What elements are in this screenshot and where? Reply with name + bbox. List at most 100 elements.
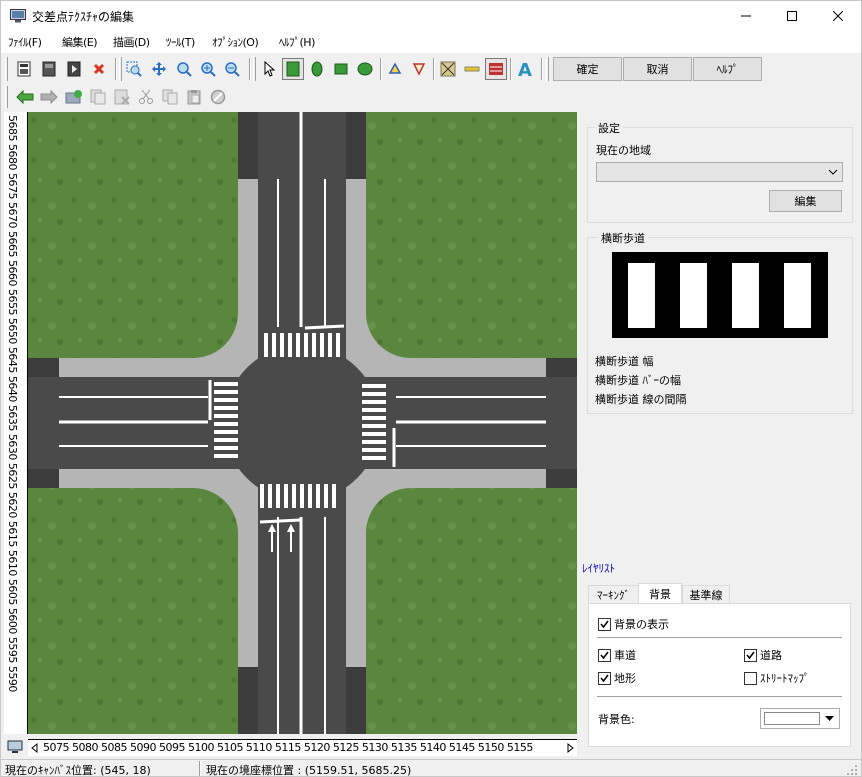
roadway-label: 車道 xyxy=(614,649,636,662)
cancel-button[interactable]: 取消 xyxy=(623,57,692,81)
region-dropdown[interactable] xyxy=(596,162,843,182)
toolbar-grip xyxy=(5,57,8,81)
select-pointer-button[interactable] xyxy=(258,58,280,80)
vertical-ruler: 5685 5680 5675 5670 5665 5660 5655 5650 … xyxy=(4,112,28,734)
streetmap-checkbox[interactable]: ｽﾄﾘｰﾄﾏｯﾌﾟ xyxy=(744,670,810,686)
draw-ellipse-button[interactable] xyxy=(306,58,328,80)
confirm-button[interactable]: 確定 xyxy=(553,57,622,81)
checkbox-box xyxy=(598,671,611,685)
toolbar-grip xyxy=(546,57,549,81)
crosswalk-tool-button[interactable] xyxy=(437,58,459,80)
app-icon xyxy=(10,9,26,23)
rectangle-green-icon xyxy=(286,61,300,77)
delete-layer-button[interactable] xyxy=(111,86,133,108)
tab-background[interactable]: 背景 xyxy=(638,583,682,604)
save-icon xyxy=(67,61,81,77)
zoom-out-button[interactable] xyxy=(221,58,243,80)
checkbox-box xyxy=(598,617,611,631)
zoom-in-icon xyxy=(201,62,216,77)
copy-layer-icon xyxy=(90,89,106,105)
menu-bar: ﾌｧｲﾙ(F) 編集(E) 描画(D) ﾂｰﾙ(T) ｵﾌﾟｼｮﾝ(O) ﾍﾙﾌ… xyxy=(1,31,861,53)
disable-button[interactable] xyxy=(207,86,229,108)
rotate-shape-button[interactable] xyxy=(384,58,406,80)
menu-help[interactable]: ﾍﾙﾌﾟ(H) xyxy=(279,34,315,50)
region-edit-button[interactable]: 編集 xyxy=(769,190,842,212)
draw-rect-button[interactable] xyxy=(282,58,304,80)
line-tool-button[interactable] xyxy=(461,58,483,80)
circle-green-icon xyxy=(357,62,373,76)
checkmark-icon xyxy=(600,674,609,682)
menu-tools[interactable]: ﾂｰﾙ(T) xyxy=(166,34,195,50)
undo-button[interactable] xyxy=(14,86,36,108)
bg-color-swatch xyxy=(764,712,820,725)
edit-toolbar xyxy=(1,83,861,111)
terrain-checkbox[interactable]: 地形 xyxy=(598,670,636,686)
horizontal-ruler-labels: 5075 5080 5085 5090 5095 5100 5105 5110 … xyxy=(43,741,533,754)
zoom-fit-button[interactable] xyxy=(173,58,195,80)
draw-square-button[interactable] xyxy=(330,58,352,80)
undo-arrow-icon xyxy=(16,90,34,104)
close-button[interactable] xyxy=(815,1,861,31)
maximize-button[interactable] xyxy=(769,1,815,31)
copy-button[interactable] xyxy=(159,86,181,108)
window-title: 交差点ﾃｸｽﾁｬの編集 xyxy=(32,10,135,24)
zoom-region-button[interactable] xyxy=(123,58,145,80)
menu-file[interactable]: ﾌｧｲﾙ(F) xyxy=(8,34,42,50)
checkmark-icon xyxy=(600,651,609,659)
toolbar-separator xyxy=(433,58,435,80)
show-background-checkbox[interactable]: 背景の表示 xyxy=(598,616,669,632)
texture-canvas[interactable] xyxy=(28,112,577,734)
zoom-in-button[interactable] xyxy=(197,58,219,80)
help-button[interactable]: ﾍﾙﾌﾟ xyxy=(693,57,762,81)
delete-icon-button[interactable] xyxy=(88,58,110,80)
roadway-checkbox[interactable]: 車道 xyxy=(598,647,636,663)
new-icon-button[interactable] xyxy=(13,58,35,80)
checkmark-icon xyxy=(746,651,755,659)
redo-button[interactable] xyxy=(38,86,60,108)
text-a-icon: A xyxy=(518,60,532,78)
menu-edit[interactable]: 編集(E) xyxy=(62,34,98,50)
tab-marking[interactable]: ﾏｰｷﾝｸﾞ xyxy=(588,585,639,604)
minimize-button[interactable] xyxy=(723,1,769,31)
layer-list-title: ﾚｲﾔﾘｽﾄ xyxy=(582,562,615,575)
toolbar-grip xyxy=(5,86,8,108)
view-toggle-button[interactable] xyxy=(5,737,25,757)
terrain-label: 地形 xyxy=(614,672,636,685)
open-icon xyxy=(42,61,56,77)
vertical-ruler-labels: 5685 5680 5675 5670 5665 5660 5655 5650 … xyxy=(6,115,19,692)
scissors-icon xyxy=(139,89,153,104)
pan-button[interactable] xyxy=(148,58,170,80)
horizontal-ruler: 5075 5080 5085 5090 5095 5100 5105 5110 … xyxy=(28,739,577,756)
save-icon-button[interactable] xyxy=(63,58,85,80)
scroll-right-icon[interactable] xyxy=(567,743,575,753)
scroll-left-icon[interactable] xyxy=(30,743,38,753)
resize-grip-icon[interactable] xyxy=(846,764,858,776)
draw-circle-button[interactable] xyxy=(354,58,376,80)
zoom-region-icon xyxy=(126,61,142,77)
crosswalk-line-gap-label: 横断歩道 線の間隔 xyxy=(595,393,687,406)
cut-button[interactable] xyxy=(135,86,157,108)
svg-text:A: A xyxy=(518,60,532,78)
paste-button[interactable] xyxy=(183,86,205,108)
add-layer-button[interactable] xyxy=(63,86,85,108)
copy-layer-button[interactable] xyxy=(87,86,109,108)
toolbar-separator xyxy=(510,58,512,80)
text-tool-button[interactable]: A xyxy=(514,58,536,80)
delete-icon xyxy=(93,63,105,75)
chevron-down-icon xyxy=(828,169,838,175)
toolbar-separator xyxy=(541,58,543,80)
crosswalk-group-label: 横断歩道 xyxy=(598,230,648,246)
redo-arrow-icon xyxy=(40,90,58,104)
multiline-tool-button[interactable] xyxy=(485,58,507,80)
tab-guide-line[interactable]: 基準線 xyxy=(682,585,730,604)
menu-options[interactable]: ｵﾌﾟｼｮﾝ(O) xyxy=(212,34,259,50)
toolbar-grip xyxy=(119,57,122,81)
bg-color-picker[interactable] xyxy=(760,708,840,729)
menu-draw[interactable]: 描画(D) xyxy=(113,34,150,50)
settings-group-label: 設定 xyxy=(595,120,623,136)
flip-shape-button[interactable] xyxy=(408,58,430,80)
region-label: 現在の地域 xyxy=(596,144,651,157)
open-icon-button[interactable] xyxy=(38,58,60,80)
road-checkbox[interactable]: 道路 xyxy=(744,647,782,663)
road-label: 道路 xyxy=(760,649,782,662)
